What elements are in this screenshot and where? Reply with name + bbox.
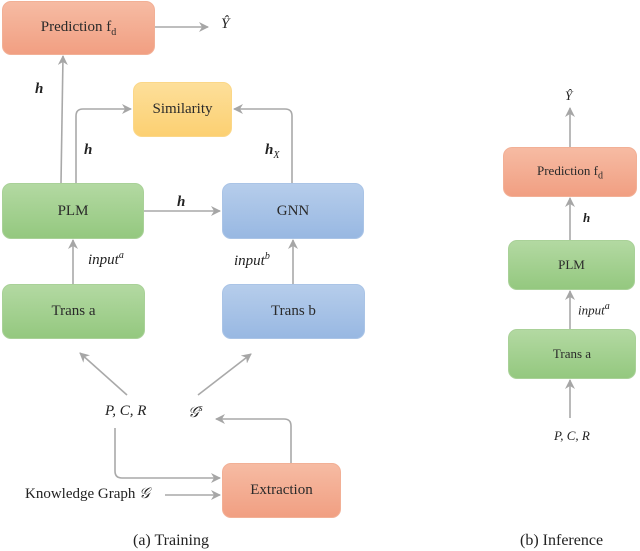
h-to-similarity-label: h — [84, 142, 93, 158]
trans-b-box: Trans b — [222, 284, 365, 339]
similarity-label: Similarity — [152, 101, 213, 117]
inference-h-label: h — [583, 210, 591, 225]
inference-caption: (b) Inference — [520, 532, 604, 549]
arrow-pcr-to-transa — [79, 352, 128, 396]
inference-plm-label: PLM — [558, 257, 585, 272]
trans-b-label: Trans b — [271, 303, 316, 319]
extraction-label: Extraction — [250, 482, 313, 498]
training-prediction-label: Prediction fd — [40, 18, 117, 38]
gnn-label: GNN — [276, 202, 310, 219]
training-plm-box: PLM — [2, 183, 144, 239]
h-plm-to-gnn-label: h — [177, 194, 186, 210]
similarity-box: Similarity — [133, 82, 232, 137]
inference-trans-a-label: Trans a — [552, 346, 592, 361]
inference-yhat-label: Ŷ — [565, 88, 573, 103]
arrow-gnn-to-similarity — [233, 104, 293, 183]
inference-trans-a-box: Trans a — [508, 329, 636, 379]
input-b-label: inputb — [234, 251, 270, 269]
inference-plm-box: PLM — [508, 240, 635, 290]
training-trans-a-label: Trans a — [51, 303, 96, 319]
training-pcr-label: P, C, R — [105, 403, 147, 419]
arrow-extraction-to-gs — [215, 414, 292, 463]
arrow-plm-to-prediction — [57, 55, 68, 184]
gnn-box: GNN — [222, 183, 364, 239]
training-plm-label: PLM — [57, 202, 89, 219]
extraction-box: Extraction — [222, 463, 341, 518]
inference-prediction-label: Prediction fd — [536, 162, 603, 182]
gs-label: 𝒢s — [188, 403, 203, 421]
inference-prediction-box: Prediction fd — [503, 147, 637, 197]
hx-label: hX — [265, 142, 280, 161]
knowledge-graph-label: Knowledge Graph 𝒢 — [25, 486, 150, 502]
h-to-prediction-label: h — [35, 81, 44, 97]
training-prediction-box: Prediction fd — [2, 1, 155, 55]
inference-pcr-label: P, C, R — [554, 428, 590, 443]
arrow-pcr-to-extraction — [114, 428, 221, 483]
training-input-a-label: inputa — [88, 250, 124, 268]
arrow-gs-to-transb — [197, 353, 252, 396]
training-yhat-label: Ŷ — [221, 16, 230, 32]
inference-input-a-label: inputa — [578, 301, 610, 318]
training-trans-a-box: Trans a — [2, 284, 145, 339]
training-caption: (a) Training — [133, 532, 209, 549]
